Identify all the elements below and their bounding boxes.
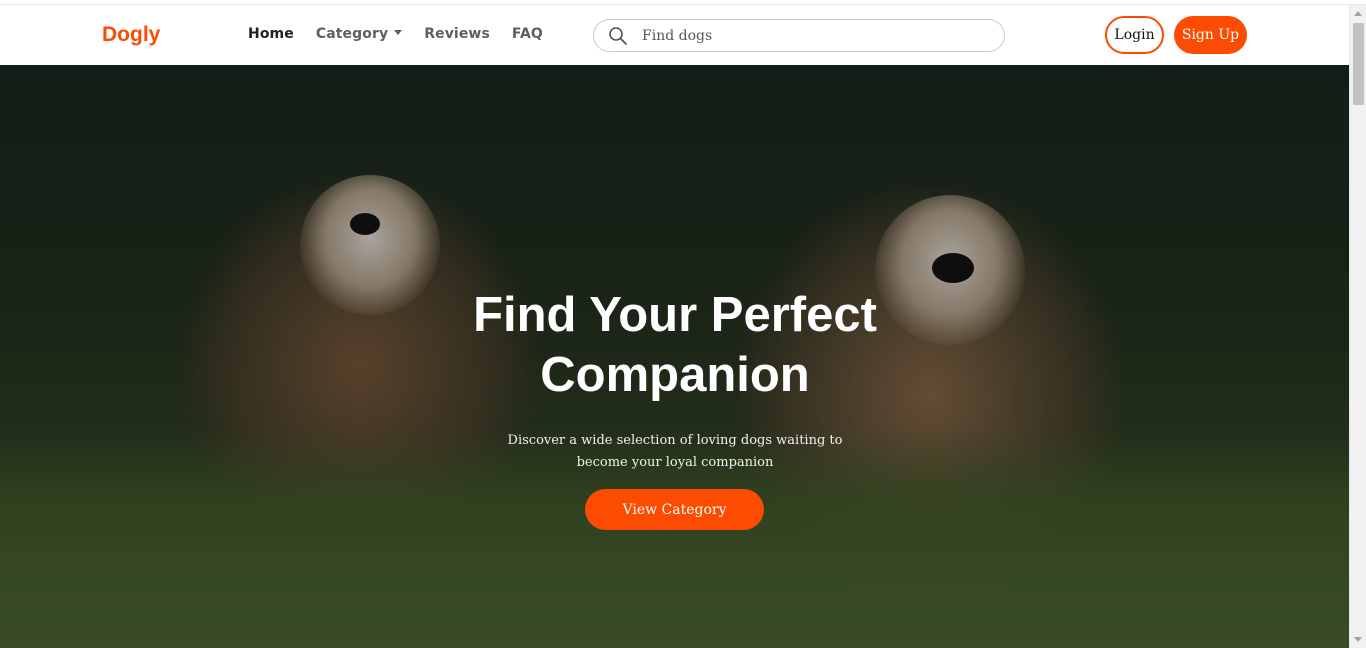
view-category-button[interactable]: View Category <box>585 489 764 530</box>
hero-subtitle: Discover a wide selection of loving dogs… <box>507 433 843 470</box>
signup-button[interactable]: Sign Up <box>1174 16 1247 54</box>
nav-item-category[interactable]: Category <box>315 26 403 42</box>
brand-logo[interactable]: Dogly <box>102 23 160 47</box>
nav-item-reviews[interactable]: Reviews <box>424 26 490 42</box>
chevron-down-icon <box>394 30 403 35</box>
scrollbar-thumb[interactable] <box>1353 23 1364 105</box>
search-input[interactable] <box>642 26 992 46</box>
nav-links: Home Category Reviews FAQ <box>248 26 565 42</box>
login-button[interactable]: Login <box>1105 16 1164 54</box>
search-icon[interactable] <box>608 26 628 46</box>
nav-item-category-label: Category <box>315 26 389 42</box>
nav-item-home[interactable]: Home <box>248 26 294 42</box>
scroll-down-icon[interactable] <box>1354 637 1362 642</box>
page-scrollbar[interactable] <box>1349 5 1366 648</box>
nav-item-faq[interactable]: FAQ <box>512 26 543 42</box>
scroll-up-icon[interactable] <box>1354 11 1362 16</box>
hero-title: Find Your Perfect Companion <box>473 288 877 402</box>
hero-section: Find Your Perfect Companion Discover a w… <box>0 65 1349 648</box>
navbar: Dogly Home Category Reviews FAQ Login Si… <box>0 5 1349 65</box>
search-bar <box>593 19 1005 52</box>
